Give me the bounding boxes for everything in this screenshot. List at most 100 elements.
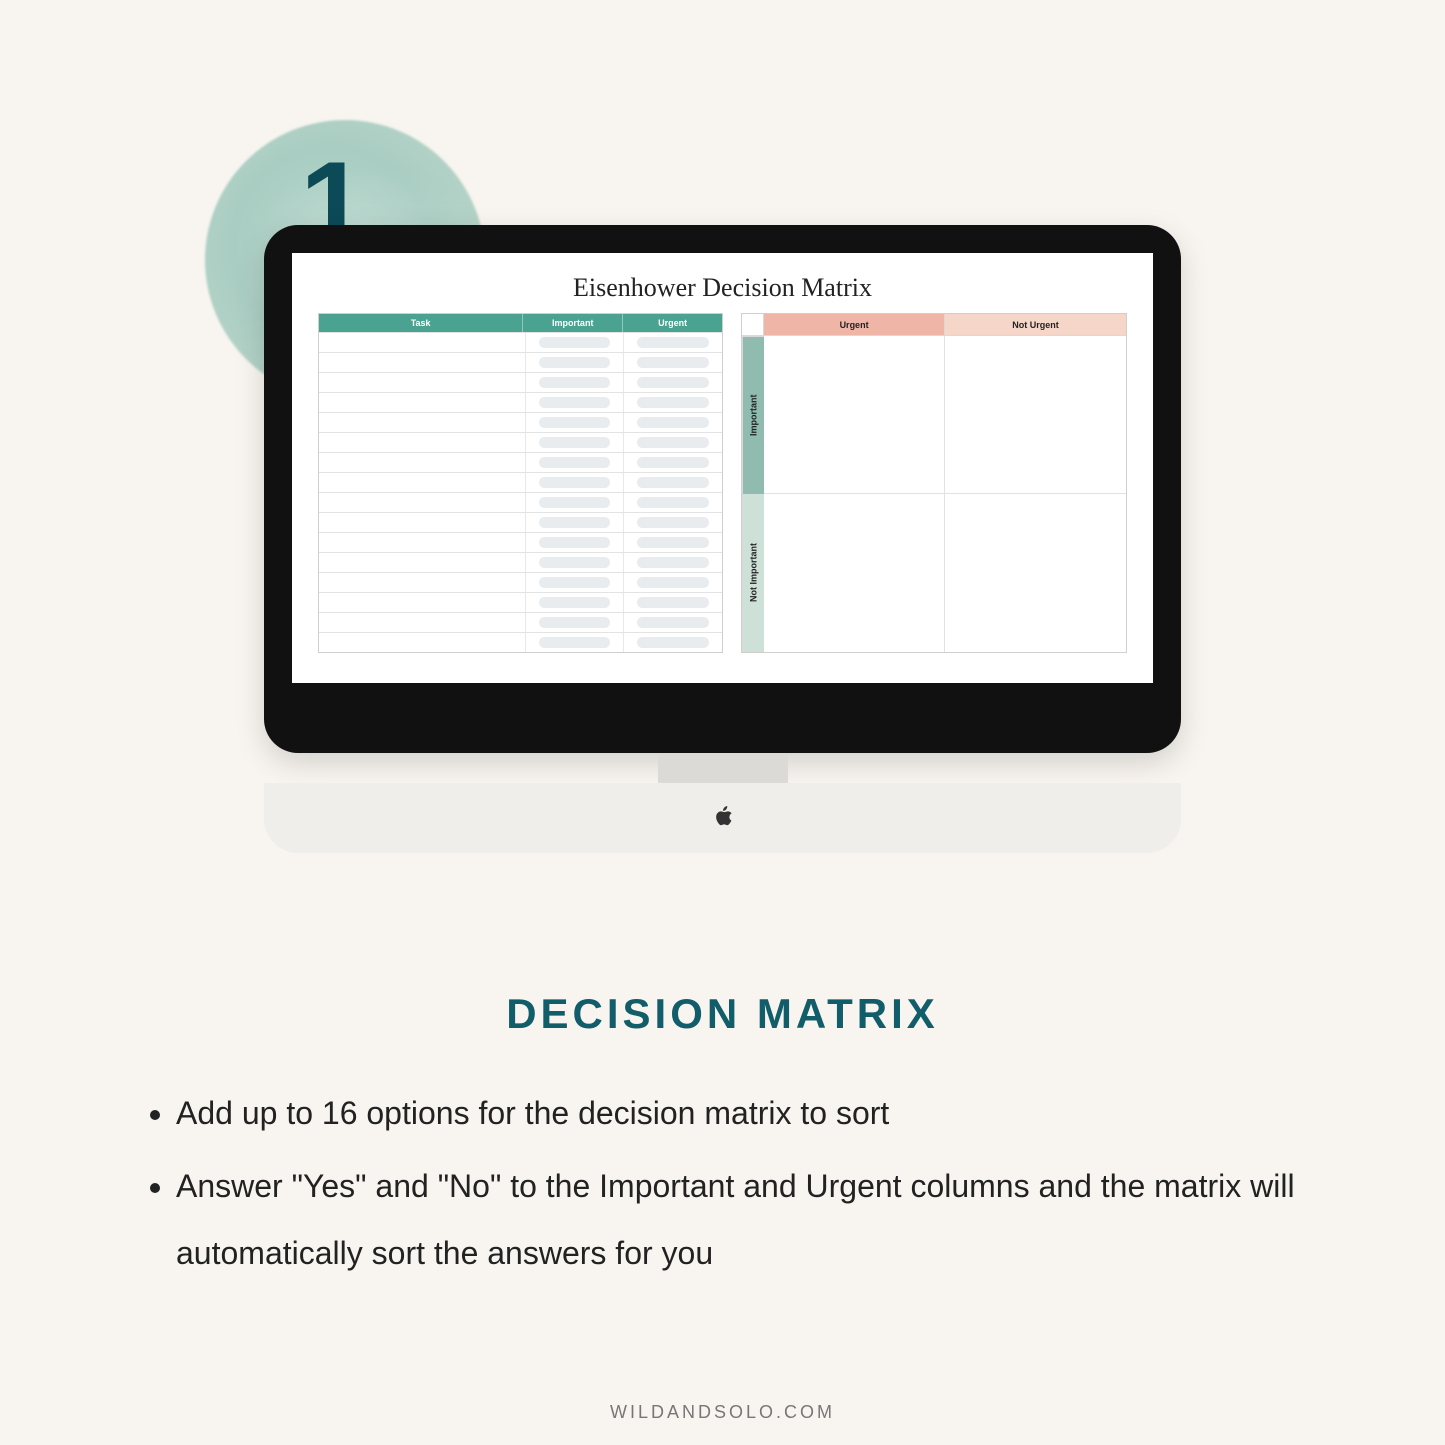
quadrant-corner: [742, 314, 764, 336]
table-row: [319, 572, 722, 592]
pill-placeholder: [539, 397, 611, 408]
pill-placeholder: [539, 597, 611, 608]
quadrant-matrix: Urgent Not Urgent Important Not Importan…: [741, 313, 1127, 653]
cell-urgent: [624, 413, 722, 432]
cell-important: [526, 633, 625, 652]
table-row: [319, 372, 722, 392]
cell-important: [526, 453, 625, 472]
pill-placeholder: [637, 377, 709, 388]
pill-placeholder: [637, 577, 709, 588]
pill-placeholder: [539, 417, 611, 428]
cell-urgent: [624, 473, 722, 492]
pill-placeholder: [637, 497, 709, 508]
task-rows: [319, 332, 722, 652]
pill-placeholder: [637, 557, 709, 568]
header-urgent: Urgent: [623, 314, 722, 332]
cell-task: [319, 553, 526, 572]
pill-placeholder: [539, 517, 611, 528]
pill-placeholder: [637, 397, 709, 408]
cell-important: [526, 373, 625, 392]
cell-urgent: [624, 513, 722, 532]
table-row: [319, 392, 722, 412]
cell-task: [319, 493, 526, 512]
cell-task: [319, 353, 526, 372]
cell-urgent: [624, 493, 722, 512]
cell-urgent: [624, 333, 722, 352]
cell-important: [526, 593, 625, 612]
cell-task: [319, 333, 526, 352]
table-row: [319, 532, 722, 552]
monitor-bezel: Eisenhower Decision Matrix Task Importan…: [264, 225, 1181, 753]
monitor-chin: [264, 783, 1181, 853]
cell-urgent: [624, 553, 722, 572]
pill-placeholder: [539, 557, 611, 568]
table-row: [319, 332, 722, 352]
quadrant-cell-3: [764, 494, 945, 652]
pill-placeholder: [539, 537, 611, 548]
monitor-mockup: Eisenhower Decision Matrix Task Importan…: [264, 225, 1181, 853]
cell-important: [526, 553, 625, 572]
cell-important: [526, 353, 625, 372]
list-item: Add up to 16 options for the decision ma…: [176, 1080, 1300, 1147]
quadrant-cell-1: [764, 336, 945, 494]
cell-urgent: [624, 393, 722, 412]
cell-task: [319, 513, 526, 532]
task-table-header: Task Important Urgent: [319, 314, 722, 332]
cell-task: [319, 613, 526, 632]
pill-placeholder: [539, 477, 611, 488]
cell-urgent: [624, 453, 722, 472]
pill-placeholder: [539, 357, 611, 368]
pill-placeholder: [637, 477, 709, 488]
pill-placeholder: [539, 457, 611, 468]
quadrant-col-urgent: Urgent: [764, 314, 945, 336]
apple-logo-icon: [712, 803, 734, 834]
quadrant-cell-4: [945, 494, 1126, 652]
quadrant-cell-2: [945, 336, 1126, 494]
cell-task: [319, 573, 526, 592]
table-row: [319, 472, 722, 492]
table-row: [319, 632, 722, 652]
cell-task: [319, 413, 526, 432]
cell-important: [526, 613, 625, 632]
table-row: [319, 612, 722, 632]
header-important: Important: [523, 314, 623, 332]
cell-important: [526, 433, 625, 452]
pill-placeholder: [637, 417, 709, 428]
cell-urgent: [624, 593, 722, 612]
cell-urgent: [624, 353, 722, 372]
cell-urgent: [624, 433, 722, 452]
screen-body: Task Important Urgent Urgent Not Urgent …: [318, 313, 1127, 653]
cell-urgent: [624, 633, 722, 652]
table-row: [319, 492, 722, 512]
cell-important: [526, 533, 625, 552]
table-row: [319, 452, 722, 472]
cell-task: [319, 433, 526, 452]
cell-urgent: [624, 613, 722, 632]
pill-placeholder: [637, 457, 709, 468]
screen-title: Eisenhower Decision Matrix: [318, 273, 1127, 303]
pill-placeholder: [637, 517, 709, 528]
pill-placeholder: [539, 377, 611, 388]
cell-urgent: [624, 533, 722, 552]
table-row: [319, 432, 722, 452]
cell-task: [319, 633, 526, 652]
quadrant-col-not-urgent: Not Urgent: [945, 314, 1126, 336]
section-heading: DECISION MATRIX: [0, 990, 1445, 1038]
cell-task: [319, 473, 526, 492]
table-row: [319, 552, 722, 572]
cell-urgent: [624, 373, 722, 392]
cell-task: [319, 453, 526, 472]
list-item: Answer "Yes" and "No" to the Important a…: [176, 1153, 1300, 1287]
cell-important: [526, 473, 625, 492]
cell-important: [526, 333, 625, 352]
cell-important: [526, 393, 625, 412]
header-task: Task: [319, 314, 523, 332]
pill-placeholder: [539, 617, 611, 628]
cell-important: [526, 573, 625, 592]
pill-placeholder: [539, 497, 611, 508]
pill-placeholder: [637, 537, 709, 548]
cell-task: [319, 533, 526, 552]
pill-placeholder: [637, 617, 709, 628]
cell-important: [526, 513, 625, 532]
bullet-list: Add up to 16 options for the decision ma…: [140, 1080, 1300, 1294]
